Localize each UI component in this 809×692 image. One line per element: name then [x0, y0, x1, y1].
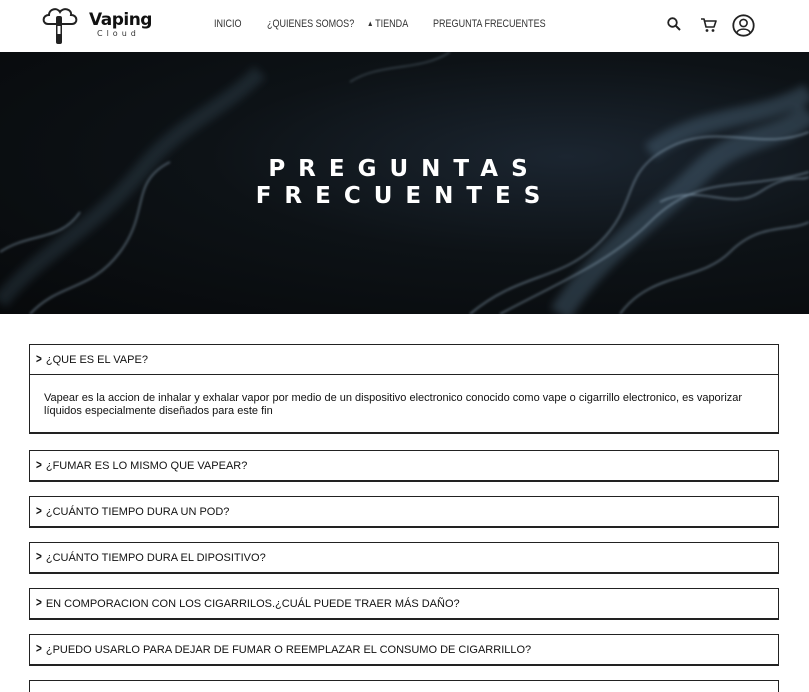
faq-answer: Vapear es la accion de inhalar y exhalar… — [30, 374, 778, 432]
faq-item-duracion-dispositivo: > ¿CUÁNTO TIEMPO DURA EL DIPOSITIVO? — [29, 542, 779, 574]
chevron-right-icon: > — [36, 642, 42, 657]
faq-question-text: ¿PUEDO USARLO PARA DEJAR DE FUMAR O REEM… — [45, 643, 532, 656]
search-button[interactable] — [666, 16, 682, 32]
account-button[interactable] — [731, 13, 755, 37]
page-title-line-1: PREGUNTAS — [268, 156, 541, 182]
faq-question-text: ¿FUMAR ES LO MISMO QUE VAPEAR? — [45, 459, 248, 472]
faq-item-fumar-vs-vapear: > ¿FUMAR ES LO MISMO QUE VAPEAR? — [29, 450, 779, 482]
chevron-right-icon: > — [36, 352, 42, 367]
search-icon — [667, 17, 681, 31]
user-circle-icon — [731, 13, 755, 37]
faq-question-text: ¿CUÁNTO TIEMPO DURA UN POD? — [45, 505, 230, 518]
brand-name: Vaping — [89, 10, 152, 30]
nav-inicio[interactable]: INICIO — [214, 18, 242, 30]
page-title: PREGUNTAS FRECUENTES — [0, 156, 809, 210]
faq-question-toggle[interactable]: > ¿CUÁNTO TIEMPO DURA UN POD? — [30, 497, 778, 526]
faq-item-partial — [29, 680, 779, 692]
faq-question-toggle[interactable]: > ¿QUE ES EL VAPE? — [30, 345, 778, 374]
cart-icon — [700, 18, 717, 32]
faq-question-toggle[interactable]: > EN COMPORACION CON LOS CIGARRILOS.¿CUÁ… — [30, 589, 778, 618]
chevron-right-icon: > — [36, 550, 42, 565]
nav-tienda-label: TIENDA — [375, 18, 409, 30]
nav-tienda[interactable]: ▲ TIENDA — [367, 18, 408, 30]
faq-question-toggle[interactable] — [30, 681, 778, 692]
chevron-up-icon: ▲ — [367, 19, 374, 28]
site-header: Vaping Cloud INICIO ¿QUIENES SOMOS? ▲ TIE… — [0, 0, 809, 52]
faq-question-toggle[interactable]: > ¿CUÁNTO TIEMPO DURA EL DIPOSITIVO? — [30, 543, 778, 572]
page-title-line-2: FRECUENTES — [255, 183, 554, 209]
faq-item-duracion-pod: > ¿CUÁNTO TIEMPO DURA UN POD? — [29, 496, 779, 528]
hero-banner: PREGUNTAS FRECUENTES — [0, 52, 809, 314]
nav-quienes-somos[interactable]: ¿QUIENES SOMOS? — [267, 18, 354, 30]
nav-preguntas-frecuentes[interactable]: PREGUNTA FRECUENTES — [433, 18, 546, 30]
cart-button[interactable] — [699, 16, 717, 34]
faq-item-comparacion-cigarrillos: > EN COMPORACION CON LOS CIGARRILOS.¿CUÁ… — [29, 588, 779, 620]
faq-question-text: EN COMPORACION CON LOS CIGARRILOS.¿CUÁL … — [45, 597, 460, 610]
faq-item-dejar-de-fumar: > ¿PUEDO USARLO PARA DEJAR DE FUMAR O RE… — [29, 634, 779, 666]
cloud-vape-logo-icon — [42, 8, 78, 44]
faq-question-text: ¿CUÁNTO TIEMPO DURA EL DIPOSITIVO? — [45, 551, 266, 564]
brand-tagline: Cloud — [97, 29, 140, 38]
brand-logo[interactable]: Vaping Cloud — [40, 4, 160, 48]
chevron-right-icon: > — [36, 504, 42, 519]
chevron-right-icon: > — [36, 458, 42, 473]
faq-question-text: ¿QUE ES EL VAPE? — [45, 353, 148, 366]
faq-item-que-es-el-vape: > ¿QUE ES EL VAPE? Vapear es la accion d… — [29, 344, 779, 434]
faq-question-toggle[interactable]: > ¿FUMAR ES LO MISMO QUE VAPEAR? — [30, 451, 778, 480]
faq-question-toggle[interactable]: > ¿PUEDO USARLO PARA DEJAR DE FUMAR O RE… — [30, 635, 778, 664]
chevron-right-icon: > — [36, 596, 42, 611]
